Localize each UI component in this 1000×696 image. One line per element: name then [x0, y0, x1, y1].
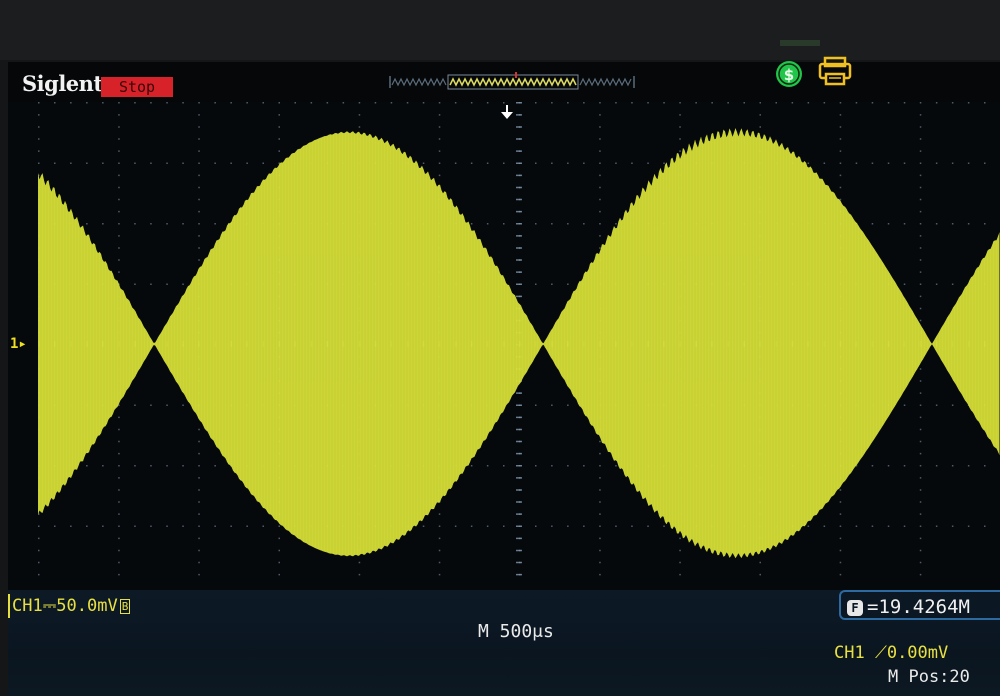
ch1-scale-readout[interactable]: CH1⎓50.0mV B	[8, 594, 140, 618]
coupling-dc-icon: ⎓	[42, 596, 57, 616]
frequency-value: =19.4264M	[867, 596, 970, 618]
brand-logo: Siglent	[22, 71, 103, 96]
usb-icon: $	[776, 61, 802, 87]
memory-position-bar[interactable]	[388, 72, 636, 92]
trigger-readout[interactable]: CH1 ⟋0.00mV	[834, 642, 1000, 664]
timebase-readout[interactable]: M 500μs	[478, 620, 598, 644]
horizontal-position-readout[interactable]: M Pos:20	[888, 666, 1000, 688]
run-stop-status[interactable]: Stop	[101, 77, 173, 97]
frequency-counter-readout[interactable]: F =19.4264M	[839, 590, 1000, 620]
frequency-icon: F	[847, 599, 863, 616]
bandwidth-limit-badge: B	[119, 598, 131, 614]
ch1-volts-per-div: 50.0mV	[56, 596, 118, 616]
top-status-bar: Siglent Stop $	[8, 56, 1000, 102]
bottom-status-bar: CH1⎓50.0mV B F =19.4264M M 500μs CH1 ⟋0.00…	[8, 590, 1000, 696]
waveform-grid	[38, 102, 1000, 586]
printer-icon	[818, 56, 852, 86]
svg-text:$: $	[784, 66, 794, 84]
oscilloscope-screen: Siglent Stop $ 1▸ CH1⎓50.0mV B F =19.426…	[8, 56, 1000, 696]
ch1-label: CH1	[12, 596, 43, 616]
ch1-level-marker[interactable]: 1▸	[10, 336, 27, 352]
